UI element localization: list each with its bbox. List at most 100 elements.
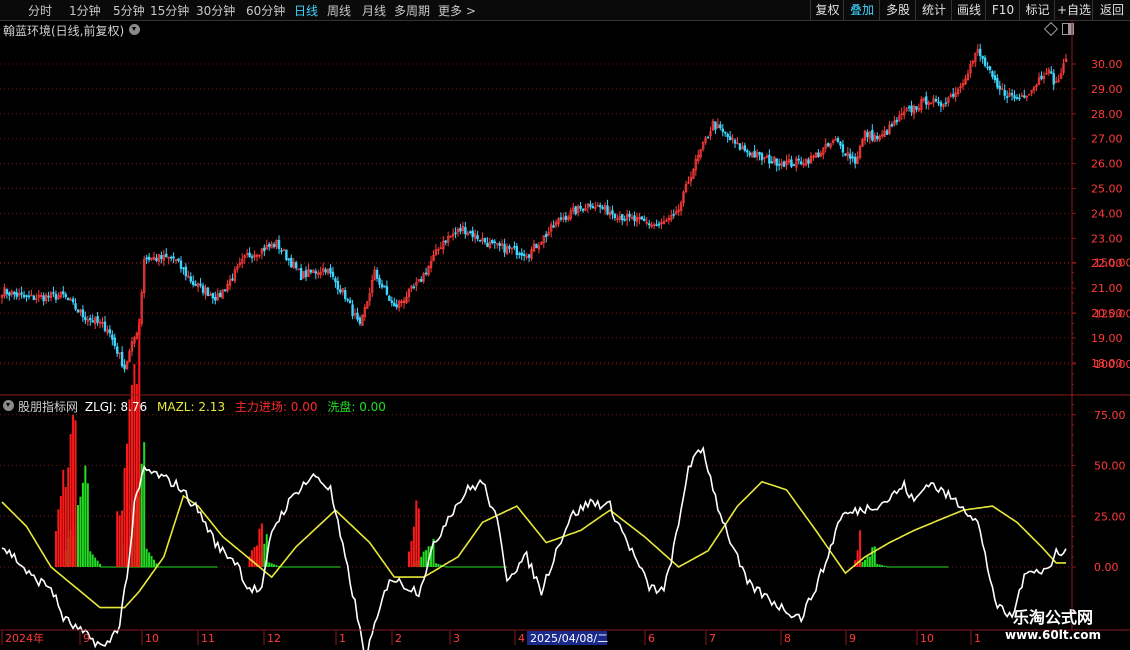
candle-body <box>633 215 636 221</box>
candle-body <box>339 289 342 293</box>
xp-label: 洗盘: <box>327 400 356 414</box>
candle-body <box>839 141 842 146</box>
candle-body <box>552 225 555 228</box>
candle-body <box>849 153 852 159</box>
wash-bar <box>263 543 266 567</box>
indicator-tick-label: 100.00 <box>1094 358 1130 371</box>
candle-body <box>714 121 717 130</box>
candle-body <box>314 271 318 274</box>
wash-bar <box>89 551 92 567</box>
candle-body <box>853 156 857 164</box>
candle-body <box>172 256 175 259</box>
candle-body <box>1015 97 1019 99</box>
candle-body <box>378 278 381 285</box>
candle-body <box>22 294 26 298</box>
main-entry-bar <box>69 433 72 567</box>
candle-body <box>836 137 840 142</box>
watermark-line1: 乐淘公式网 <box>1012 608 1093 627</box>
wash-bar <box>81 482 84 567</box>
candle-body <box>890 124 894 127</box>
candle-body <box>738 143 742 150</box>
candle-body <box>535 243 538 249</box>
wash-bar <box>881 565 884 567</box>
candle-body <box>25 295 28 297</box>
candle-body <box>910 105 913 113</box>
wash-bar <box>96 560 99 567</box>
candle-body <box>469 231 472 233</box>
candle-body <box>983 57 987 66</box>
main-entry-bar <box>57 509 60 567</box>
main-entry-bar <box>415 500 418 567</box>
main-entry-bar <box>260 523 263 567</box>
indicator-tick-label: 50.00 <box>1094 460 1126 473</box>
zlgj-value: 8.76 <box>120 400 148 414</box>
candle-body <box>527 254 531 258</box>
wash-bar <box>270 563 273 567</box>
candle-body <box>748 152 751 156</box>
mazl-line <box>1 480 1066 609</box>
candle-body <box>498 243 501 246</box>
candle-body <box>71 298 75 303</box>
zljc-value: 0.00 <box>290 400 318 414</box>
candle-body <box>579 205 582 209</box>
candle-body <box>304 270 308 278</box>
candle-body <box>459 227 462 232</box>
zljc-label: 主力进场: <box>234 400 287 414</box>
candle-body <box>623 219 626 221</box>
candle-body <box>179 260 183 269</box>
candle-body <box>385 286 389 295</box>
candle-body <box>841 144 845 153</box>
indicator-tick-label: 0.00 <box>1094 561 1119 574</box>
candle-body <box>160 255 163 259</box>
candle-body <box>591 206 595 209</box>
candle-body <box>218 292 222 298</box>
wash-bar <box>84 465 87 567</box>
x-axis-label: 8 <box>784 632 791 645</box>
candle-body <box>797 158 800 161</box>
candle-body <box>724 131 727 134</box>
candle-body <box>206 287 210 297</box>
candle-body <box>777 163 781 166</box>
wash-bar <box>422 551 425 567</box>
candle-body <box>915 106 918 110</box>
wash-bar <box>150 556 153 567</box>
candle-body <box>1052 73 1055 85</box>
candle-body <box>907 106 911 109</box>
main-entry-bar <box>116 511 119 567</box>
indicator-dropdown-icon[interactable] <box>3 400 14 411</box>
candle-body <box>5 289 9 295</box>
candle-body <box>336 280 340 290</box>
candle-body <box>214 296 217 301</box>
x-axis-label: 10 <box>145 632 159 645</box>
candle-body <box>790 159 793 167</box>
price-tick-label: 25.00 <box>1091 183 1123 196</box>
candle-body <box>211 292 215 299</box>
candle-body <box>66 297 70 301</box>
candle-body <box>290 257 293 268</box>
chart-canvas[interactable]: 18.0019.0020.0021.0022.0023.0024.0025.00… <box>0 0 1130 650</box>
candle-body <box>356 312 359 320</box>
candle-body <box>1040 75 1043 80</box>
candle-body <box>1003 90 1006 96</box>
wash-bar <box>868 556 871 567</box>
wash-bar <box>878 564 881 567</box>
candle-body <box>250 256 254 259</box>
candle-body <box>988 66 992 71</box>
wash-bar <box>871 547 874 567</box>
candle-body <box>309 269 313 273</box>
candle-body <box>145 257 148 260</box>
candle-body <box>348 300 352 304</box>
candle-body <box>981 55 984 59</box>
candle-body <box>478 239 482 242</box>
candle-body <box>375 270 379 279</box>
candle-body <box>52 292 55 294</box>
wash-bar <box>273 564 276 567</box>
price-tick-label: 19.00 <box>1091 332 1123 345</box>
x-axis-label: 1 <box>974 632 981 645</box>
x-axis-label: 2024年 <box>5 631 44 645</box>
candle-body <box>598 204 602 208</box>
xp-value: 0.00 <box>359 400 386 414</box>
x-axis-label: 7 <box>709 632 716 645</box>
wash-bar <box>883 565 886 567</box>
candle-body <box>32 295 36 301</box>
